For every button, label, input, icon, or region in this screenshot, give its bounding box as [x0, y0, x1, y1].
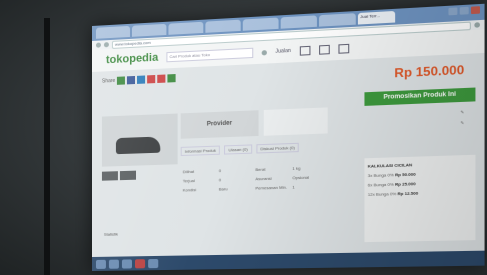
calc-label: 12x Bunga 0% [367, 190, 397, 197]
forward-icon[interactable] [103, 42, 109, 48]
taskbar-icon[interactable] [135, 258, 146, 268]
maximize-icon[interactable] [459, 6, 469, 15]
thumbnail[interactable] [101, 171, 118, 181]
search-input[interactable]: Cari Produk atau Toko [166, 47, 254, 63]
monitor-screen: Jual Terr... www.tokopedia.com tokopedia… [92, 3, 485, 272]
calc-value: Rp 25.000 [395, 180, 416, 187]
tab-info[interactable]: Informasi Produk [180, 145, 221, 157]
calc-label: 6x Bunga 0% [367, 181, 394, 188]
cart-icon[interactable] [318, 44, 330, 55]
info-box [263, 107, 328, 136]
home-icon[interactable] [299, 45, 311, 56]
start-icon[interactable] [95, 259, 106, 269]
user-icon[interactable] [338, 43, 349, 54]
product-price: Rp 150.000 [394, 62, 465, 81]
tab-discussion[interactable]: Diskusi Produk (0) [256, 142, 300, 154]
thumbnail[interactable] [119, 170, 137, 181]
side-link[interactable]: ✎ [460, 109, 464, 114]
calc-row: 12x Bunga 0% Rp 12.500 [368, 187, 472, 199]
stats-link[interactable]: Statistik [104, 231, 118, 236]
calc-title: KALKULASI CICILAN [367, 162, 413, 169]
share-icon[interactable] [117, 76, 126, 85]
spec-label: Kondisi [182, 187, 197, 193]
browser-tab-active[interactable]: Jual Terr... [357, 10, 396, 25]
tab-reviews[interactable]: Ulasan (0) [224, 144, 252, 155]
google-plus-icon[interactable] [147, 74, 156, 84]
calc-label: 3x Bunga 0% [367, 172, 394, 179]
share-label: Share [101, 77, 116, 85]
minimize-icon[interactable] [448, 7, 458, 16]
shoe-image [115, 136, 161, 155]
browser-tab[interactable] [168, 21, 204, 35]
link-icon[interactable] [167, 74, 176, 83]
close-icon[interactable] [470, 6, 480, 15]
taskbar-icon[interactable] [108, 259, 119, 269]
twitter-icon[interactable] [137, 75, 146, 84]
spec-value: 1 [292, 184, 295, 190]
browser-tab[interactable] [131, 23, 167, 37]
product-page: Share Rp 150.000 Promosikan Produk Ini ✎… [92, 53, 485, 271]
search-icon[interactable] [261, 49, 267, 56]
calc-value: Rp 50.000 [395, 171, 416, 178]
thumbnail-strip [101, 170, 137, 181]
browser-tab[interactable] [319, 13, 356, 27]
window-controls [448, 6, 480, 22]
product-tabs: Informasi Produk Ulasan (0) Diskusi Prod… [180, 142, 300, 157]
spec-label: Pemesanan Min. [255, 184, 288, 191]
projector-stand [44, 18, 50, 275]
taskbar-icon[interactable] [121, 258, 132, 269]
spec-table: Dilihat 0 Berat 1 kg Terjual 0 Asuransi … [183, 163, 330, 195]
browser-tab[interactable] [242, 17, 279, 31]
pinterest-icon[interactable] [157, 74, 166, 83]
browser-tab[interactable] [95, 25, 130, 39]
star-icon[interactable] [474, 22, 480, 28]
calc-value: Rp 12.500 [397, 190, 419, 197]
browser-tab[interactable] [205, 19, 241, 33]
product-image[interactable] [101, 113, 178, 167]
promote-button[interactable]: Promosikan Produk Ini [364, 87, 476, 106]
facebook-icon[interactable] [127, 75, 136, 85]
site-logo[interactable]: tokopedia [106, 52, 158, 67]
browser-tab[interactable] [280, 15, 317, 29]
nav-link[interactable]: Jualan [275, 48, 291, 55]
installment-calculator: KALKULASI CICILAN 3x Bunga 0% Rp 50.000 … [364, 154, 476, 243]
side-link[interactable]: ✎ [460, 120, 464, 125]
spec-value: Baru [218, 186, 228, 192]
taskbar-icon[interactable] [148, 258, 159, 268]
product-title: Provider [180, 110, 259, 139]
back-icon[interactable] [95, 42, 101, 48]
